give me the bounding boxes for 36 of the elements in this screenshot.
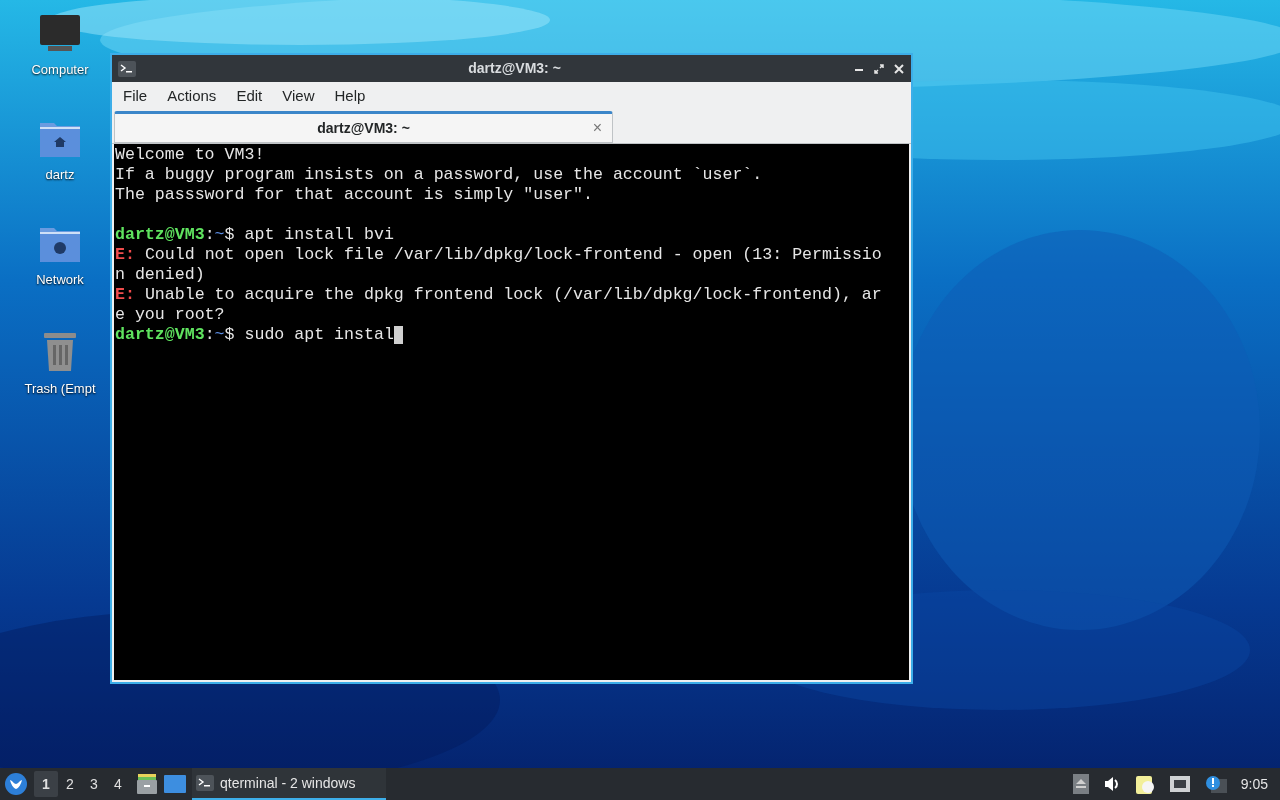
desktop-switcher-button[interactable]: 1	[34, 771, 58, 797]
eject-icon[interactable]	[1072, 774, 1089, 794]
menu-item[interactable]: Actions	[158, 84, 226, 108]
icon-label[interactable]: dartz	[45, 165, 75, 185]
window-title: dartz@VM3: ~	[467, 59, 562, 78]
terminal-line: e you root?	[115, 305, 225, 325]
terminal-line: dartz@VM3:~$ apt install bvi	[115, 225, 394, 245]
menu-item[interactable]: Edit	[227, 84, 272, 108]
terminal-line: n denied)	[115, 265, 205, 285]
monitor-icon	[38, 14, 82, 54]
notification-icon[interactable]	[1204, 775, 1227, 793]
terminal-line: dartz@VM3:~$ sudo apt instal	[115, 325, 403, 345]
file-cabinet-icon[interactable]	[136, 774, 158, 794]
text-cursor	[393, 326, 403, 344]
terminal-tab[interactable]: dartz@VM3: ~ ×	[114, 111, 613, 143]
desktop-switcher-button[interactable]: 4	[106, 771, 130, 797]
desktop-switcher-button[interactable]: 3	[82, 771, 106, 797]
taskbar-task-button[interactable]: qterminal - 2 windows	[192, 768, 386, 800]
terminal-line: If a buggy program insists on a password, use the account `user`.	[115, 165, 763, 185]
terminal-line: E: Could not open lock file /var/lib/dpkg/lock-frontend - open (13: Permissio	[115, 245, 882, 265]
desktop-switcher-button[interactable]: 2	[58, 771, 82, 797]
terminal-line: Welcome to VM3!	[115, 145, 265, 165]
terminal-line: E: Unable to acquire the dpkg frontend lock (/var/lib/dpkg/lock-frontend), ar	[115, 285, 882, 305]
icon-label[interactable]: Network	[36, 270, 84, 290]
menu-item[interactable]: View	[273, 84, 324, 108]
menu-item[interactable]: Help	[325, 84, 375, 108]
icon-label[interactable]: Trash (Empt	[24, 379, 96, 399]
close-icon[interactable]	[893, 62, 905, 75]
restore-icon[interactable]	[873, 62, 885, 75]
terminal-icon	[196, 775, 214, 791]
terminal-icon	[118, 60, 136, 77]
speaker-icon[interactable]	[1102, 775, 1121, 793]
menu-item[interactable]: File	[114, 84, 157, 108]
tab-close-button[interactable]: ×	[592, 116, 602, 140]
terminal-line: The passsword for that account is simply "user".	[115, 185, 593, 205]
clock[interactable]: 9:05	[1240, 773, 1268, 795]
